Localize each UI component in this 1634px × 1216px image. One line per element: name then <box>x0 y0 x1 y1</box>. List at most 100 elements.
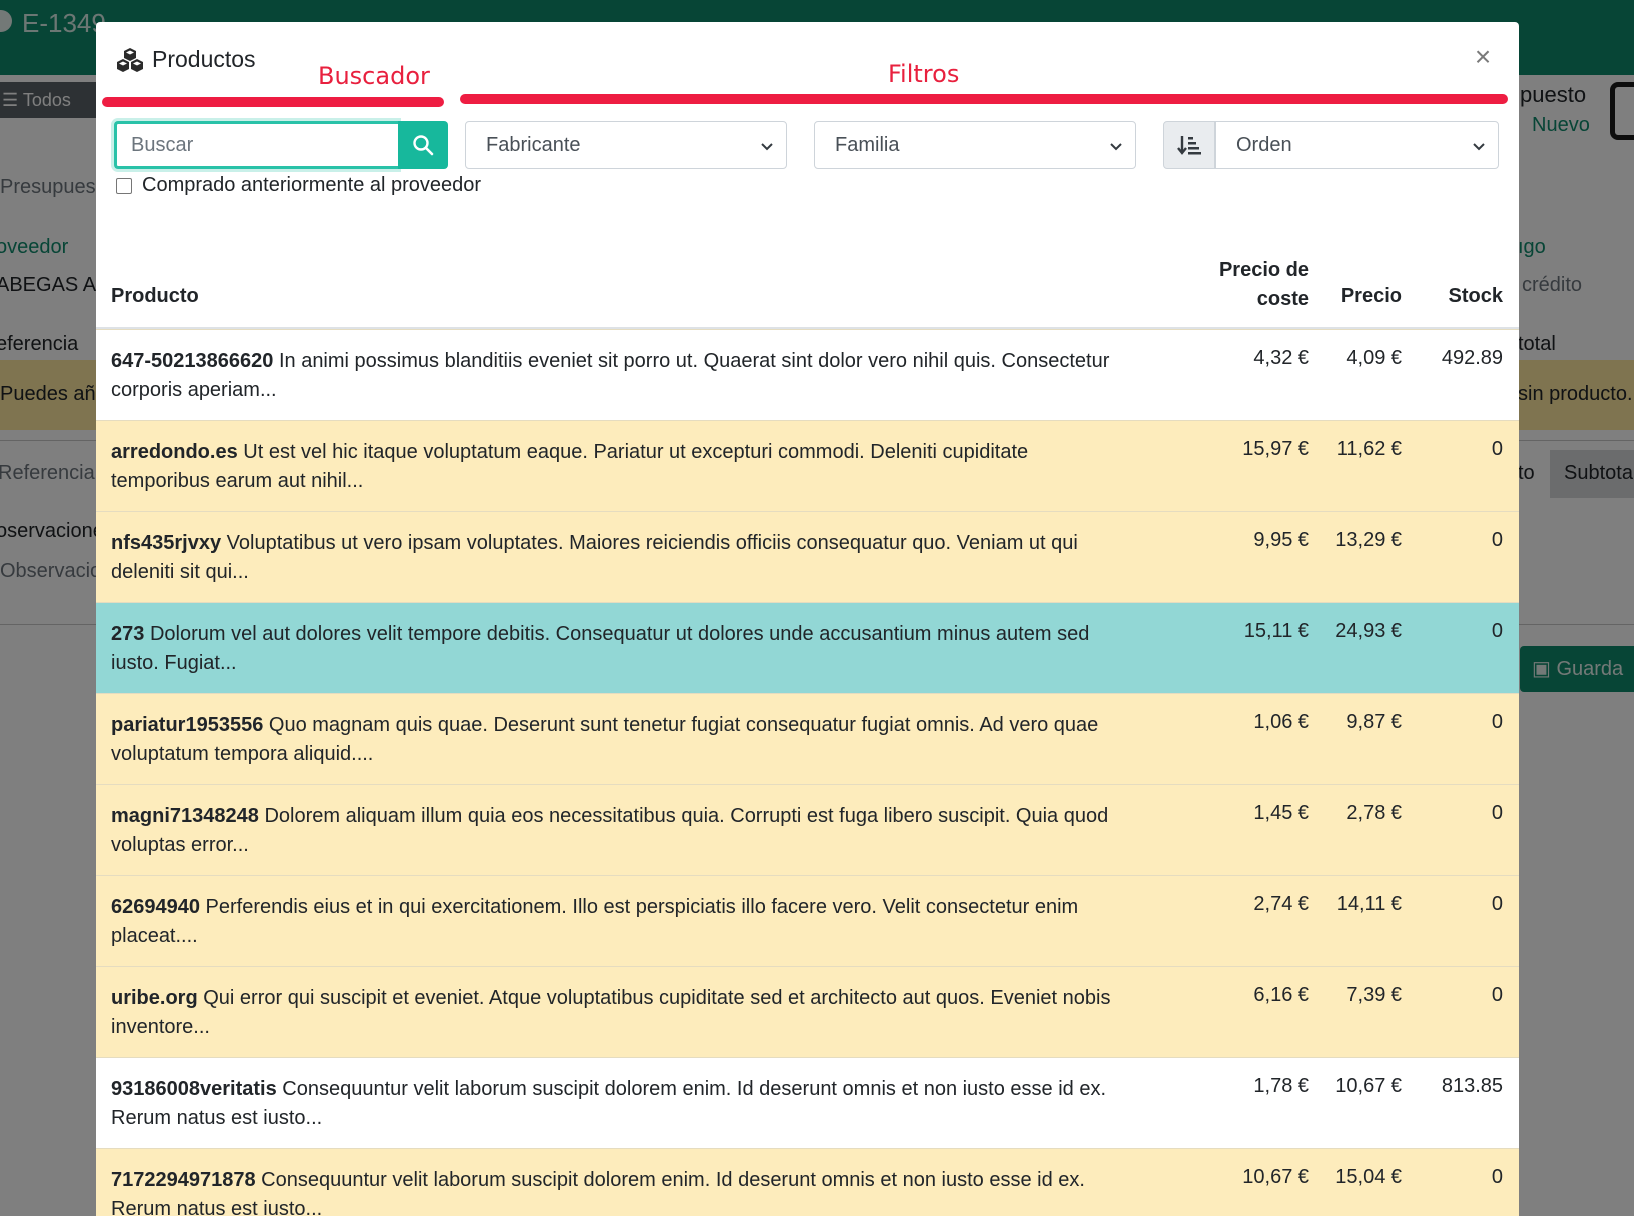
family-select-value: Familia <box>835 134 900 156</box>
price-cell: 15,04 € <box>1335 1166 1402 1188</box>
table-row[interactable]: 93186008veritatis Consequuntur velit lab… <box>96 1057 1519 1148</box>
product-description: Perferendis eius et in qui exercitatione… <box>111 896 1079 947</box>
product-description: Voluptatibus ut vero ipsam voluptates. M… <box>111 532 1078 583</box>
product-cell: 647-50213866620 In animi possimus blandi… <box>111 347 1121 405</box>
chevron-down-icon <box>761 143 773 151</box>
table-row[interactable]: nfs435rjvxy Voluptatibus ut vero ipsam v… <box>96 511 1519 602</box>
header-price: Precio <box>1340 285 1402 307</box>
cost-cell: 1,06 € <box>1253 711 1309 733</box>
cubes-icon <box>117 47 143 72</box>
chevron-down-icon <box>1110 143 1122 151</box>
product-cell: nfs435rjvxy Voluptatibus ut vero ipsam v… <box>111 529 1121 587</box>
table-body: 647-50213866620 In animi possimus blandi… <box>96 329 1519 1216</box>
cost-cell: 9,95 € <box>1253 529 1309 551</box>
search-button[interactable] <box>398 121 448 169</box>
cost-cell: 6,16 € <box>1253 984 1309 1006</box>
purchased-before-filter: Comprado anteriormente al proveedor <box>116 174 481 197</box>
stock-cell: 0 <box>1491 711 1503 733</box>
table-row[interactable]: pariatur1953556 Quo magnam quis quae. De… <box>96 693 1519 784</box>
stock-cell: 0 <box>1491 529 1503 551</box>
stock-cell: 0 <box>1491 438 1503 460</box>
cost-cell: 4,32 € <box>1253 347 1309 369</box>
header-cost-line2: coste <box>1256 288 1309 310</box>
product-description: Consequuntur velit laborum suscipit dolo… <box>111 1169 1085 1216</box>
close-button[interactable]: × <box>1465 40 1501 76</box>
search-icon <box>413 135 434 156</box>
stock-cell: 0 <box>1491 893 1503 915</box>
header-product: Producto <box>111 285 199 307</box>
price-cell: 2,78 € <box>1346 802 1402 824</box>
table-row[interactable]: 647-50213866620 In animi possimus blandi… <box>96 329 1519 420</box>
order-select[interactable]: Orden <box>1215 121 1499 169</box>
annotation-search: Buscador <box>318 62 430 90</box>
table-row[interactable]: arredondo.es Ut est vel hic itaque volup… <box>96 420 1519 511</box>
purchased-before-label[interactable]: Comprado anteriormente al proveedor <box>142 174 481 197</box>
product-code: nfs435rjvxy <box>111 532 222 554</box>
order-group: Orden <box>1163 121 1499 169</box>
cost-cell: 2,74 € <box>1253 893 1309 915</box>
product-cell: uribe.org Qui error qui suscipit et even… <box>111 984 1121 1042</box>
header-cost: Precio de coste <box>1219 256 1309 314</box>
cost-cell: 10,67 € <box>1242 1166 1309 1188</box>
cost-cell: 15,11 € <box>1243 620 1309 642</box>
product-code: 93186008veritatis <box>111 1078 277 1100</box>
product-code: 647-50213866620 <box>111 350 274 372</box>
manufacturer-select-value: Fabricante <box>486 134 581 156</box>
product-description: Dolorem aliquam illum quia eos necessita… <box>111 805 1109 856</box>
product-code: uribe.org <box>111 987 198 1009</box>
product-code: pariatur1953556 <box>111 714 264 736</box>
product-cell: 62694940 Perferendis eius et in qui exer… <box>111 893 1121 951</box>
cost-cell: 1,78 € <box>1253 1075 1309 1097</box>
annotation-search-bar <box>102 97 444 107</box>
price-cell: 9,87 € <box>1346 711 1402 733</box>
annotation-filters: Filtros <box>888 60 960 88</box>
product-cell: 7172294971878 Consequuntur velit laborum… <box>111 1166 1121 1216</box>
price-cell: 11,62 € <box>1336 438 1402 460</box>
products-modal: Productos × Buscador Filtros Fabricante … <box>96 22 1519 1216</box>
product-cell: 273 Dolorum vel aut dolores velit tempor… <box>111 620 1121 678</box>
product-cell: magni71348248 Dolorem aliquam illum quia… <box>111 802 1121 860</box>
table-row[interactable]: 7172294971878 Consequuntur velit laborum… <box>96 1148 1519 1216</box>
family-select[interactable]: Familia <box>814 121 1136 169</box>
sort-direction-button[interactable] <box>1163 121 1215 169</box>
price-cell: 7,39 € <box>1346 984 1402 1006</box>
sort-amount-down-icon <box>1177 136 1201 155</box>
products-table: Producto Precio de coste Precio Stock 64… <box>96 232 1519 1216</box>
price-cell: 24,93 € <box>1335 620 1402 642</box>
modal-header: Productos × <box>96 22 1519 92</box>
price-cell: 13,29 € <box>1335 529 1402 551</box>
annotation-filters-bar <box>460 94 1508 104</box>
product-code: 62694940 <box>111 896 200 918</box>
manufacturer-select[interactable]: Fabricante <box>465 121 787 169</box>
order-select-value: Orden <box>1236 134 1292 156</box>
stock-cell: 813.85 <box>1441 1075 1503 1097</box>
table-row[interactable]: magni71348248 Dolorem aliquam illum quia… <box>96 784 1519 875</box>
price-cell: 14,11 € <box>1336 893 1402 915</box>
modal-title: Productos <box>152 46 256 72</box>
header-cost-line1: Precio de <box>1218 259 1309 281</box>
search-group <box>114 121 452 169</box>
cost-cell: 15,97 € <box>1242 438 1309 460</box>
stock-cell: 0 <box>1491 984 1503 1006</box>
stock-cell: 0 <box>1491 1166 1503 1188</box>
product-code: magni71348248 <box>111 805 259 827</box>
table-row[interactable]: 62694940 Perferendis eius et in qui exer… <box>96 875 1519 966</box>
stock-cell: 0 <box>1491 802 1503 824</box>
table-row[interactable]: uribe.org Qui error qui suscipit et even… <box>96 966 1519 1057</box>
product-description: Qui error qui suscipit et eveniet. Atque… <box>111 987 1111 1038</box>
product-code: arredondo.es <box>111 441 238 463</box>
product-cell: arredondo.es Ut est vel hic itaque volup… <box>111 438 1121 496</box>
search-input[interactable] <box>114 121 398 169</box>
purchased-before-checkbox[interactable] <box>116 177 132 194</box>
product-description: Dolorum vel aut dolores velit tempore de… <box>111 623 1090 674</box>
product-cell: pariatur1953556 Quo magnam quis quae. De… <box>111 711 1121 769</box>
header-stock: Stock <box>1448 285 1503 307</box>
table-header: Producto Precio de coste Precio Stock <box>96 232 1519 329</box>
product-code: 7172294971878 <box>111 1169 256 1191</box>
product-cell: 93186008veritatis Consequuntur velit lab… <box>111 1075 1121 1133</box>
product-code: 273 <box>111 623 145 645</box>
stock-cell: 0 <box>1491 620 1503 642</box>
table-row[interactable]: 273 Dolorum vel aut dolores velit tempor… <box>96 602 1519 693</box>
stock-cell: 492.89 <box>1441 347 1503 369</box>
price-cell: 4,09 € <box>1346 347 1402 369</box>
